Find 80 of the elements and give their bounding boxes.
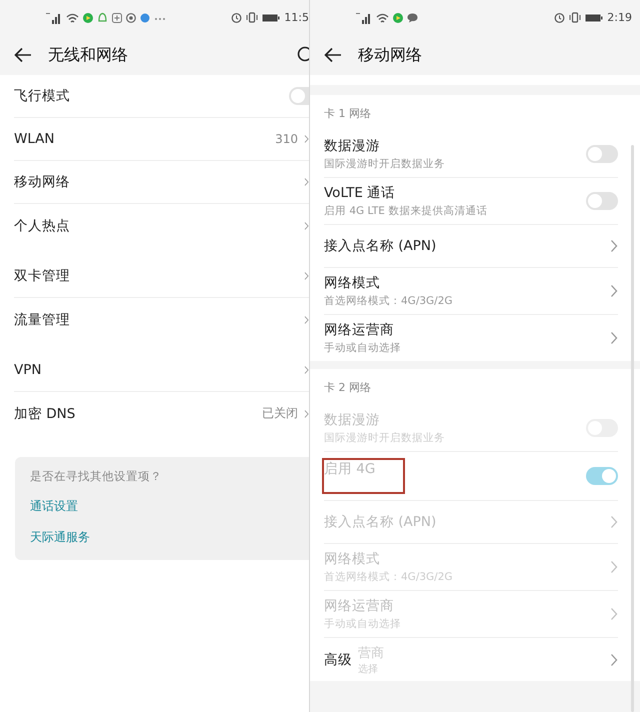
section-label: 卡 2 网络 xyxy=(324,380,372,396)
chevron-icon xyxy=(610,284,618,298)
settings-row[interactable]: 数据漫游 国际漫游时开启数据业务 xyxy=(324,131,618,178)
row-subtitle: 国际漫游时开启数据业务 xyxy=(324,157,445,171)
row-subtitle: 首选网络模式：4G/3G/2G xyxy=(324,294,453,308)
back-button[interactable] xyxy=(324,47,342,63)
row-title: VPN xyxy=(14,362,42,378)
wifi-icon xyxy=(376,12,389,24)
back-arrow-icon xyxy=(14,47,32,63)
settings-row[interactable]: WLAN 310 xyxy=(14,118,309,161)
suggestion-prompt: 是否在寻找其他设置项？ xyxy=(30,469,163,484)
chevron-icon xyxy=(610,239,618,253)
settings-row[interactable]: 网络模式 首选网络模式：4G/3G/2G xyxy=(324,268,618,315)
chevron-icon xyxy=(610,560,618,574)
signal-icon xyxy=(46,12,62,24)
bell-icon xyxy=(97,12,108,23)
settings-row[interactable]: 飞行模式 xyxy=(14,75,309,118)
settings-row[interactable]: 移动网络 xyxy=(14,161,309,204)
status-time: 2:19 xyxy=(607,11,632,24)
row-title: 数据漫游 xyxy=(324,411,381,429)
settings-row[interactable]: 加密 DNS 已关闭 xyxy=(14,392,309,435)
back-arrow-icon xyxy=(324,47,342,63)
settings-row[interactable]: 双卡管理 xyxy=(14,255,309,298)
page-title: 无线和网络 xyxy=(48,44,129,66)
row-title: 网络运营商 xyxy=(324,321,395,339)
target-icon xyxy=(126,12,136,22)
suggestion-link[interactable]: 通话设置 xyxy=(30,498,78,515)
toggle-switch[interactable] xyxy=(289,87,309,105)
row-title: 启用 4G xyxy=(322,458,406,494)
suggestion-link[interactable]: 天际通服务 xyxy=(30,529,90,546)
alarm-icon xyxy=(231,12,242,23)
row-value: 310 xyxy=(275,132,298,146)
section-label: 卡 1 网络 xyxy=(324,106,372,122)
dot-icon xyxy=(140,12,150,22)
chat-icon xyxy=(407,12,418,22)
battery-icon xyxy=(585,12,604,22)
row-title: 双卡管理 xyxy=(14,267,70,285)
page-title: 移动网络 xyxy=(358,44,423,66)
play-icon xyxy=(393,12,403,22)
toggle-switch[interactable] xyxy=(586,192,618,210)
scrollbar[interactable] xyxy=(631,145,634,712)
row-title: 飞行模式 xyxy=(14,87,70,105)
signal-icon xyxy=(356,12,372,24)
row-title: 网络模式 xyxy=(324,274,381,292)
back-button[interactable] xyxy=(14,47,32,63)
row-title: 网络运营商 xyxy=(324,597,395,615)
toggle-switch[interactable] xyxy=(586,145,618,163)
row-subtitle: 手动或自动选择 xyxy=(324,341,401,355)
vibrate-icon xyxy=(569,12,582,23)
row-subtitle: 启用 4G LTE 数据来提供高清通话 xyxy=(324,204,488,218)
wifi-icon xyxy=(66,12,79,24)
status-time: 11:5 xyxy=(284,11,309,24)
row-title: 网络模式 xyxy=(324,550,381,568)
row-title: 接入点名称 (APN) xyxy=(324,237,436,255)
settings-row[interactable]: VoLTE 通话 启用 4G LTE 数据来提供高清通话 xyxy=(324,178,618,225)
settings-row[interactable]: 接入点名称 (APN) xyxy=(324,225,618,268)
chevron-icon xyxy=(610,607,618,621)
row-title: 接入点名称 (APN) xyxy=(324,513,436,531)
play-icon xyxy=(83,12,93,22)
row-title: 流量管理 xyxy=(14,310,70,328)
row-title: WLAN xyxy=(14,131,55,147)
settings-row[interactable]: 网络运营商 手动或自动选择 xyxy=(324,315,618,361)
chevron-icon xyxy=(610,652,618,666)
row-title: 个人热点 xyxy=(14,216,70,234)
search-icon[interactable] xyxy=(295,46,309,64)
row-title: 数据漫游 xyxy=(324,137,381,155)
alarm-icon xyxy=(554,12,566,23)
settings-row[interactable]: VPN xyxy=(14,349,309,392)
vibrate-icon xyxy=(246,12,258,23)
row-title: VoLTE 通话 xyxy=(324,184,396,202)
row-title: 移动网络 xyxy=(14,173,70,191)
chevron-icon xyxy=(610,515,618,529)
row-title: 高级 xyxy=(324,650,352,668)
settings-row[interactable]: 流量管理 xyxy=(14,298,309,341)
chevron-icon xyxy=(610,331,618,345)
battery-icon xyxy=(262,12,280,22)
row-title: 加密 DNS xyxy=(14,404,76,422)
app-icon xyxy=(112,12,122,22)
row-value: 已关闭 xyxy=(262,405,298,422)
settings-row[interactable]: 个人热点 xyxy=(14,204,309,247)
